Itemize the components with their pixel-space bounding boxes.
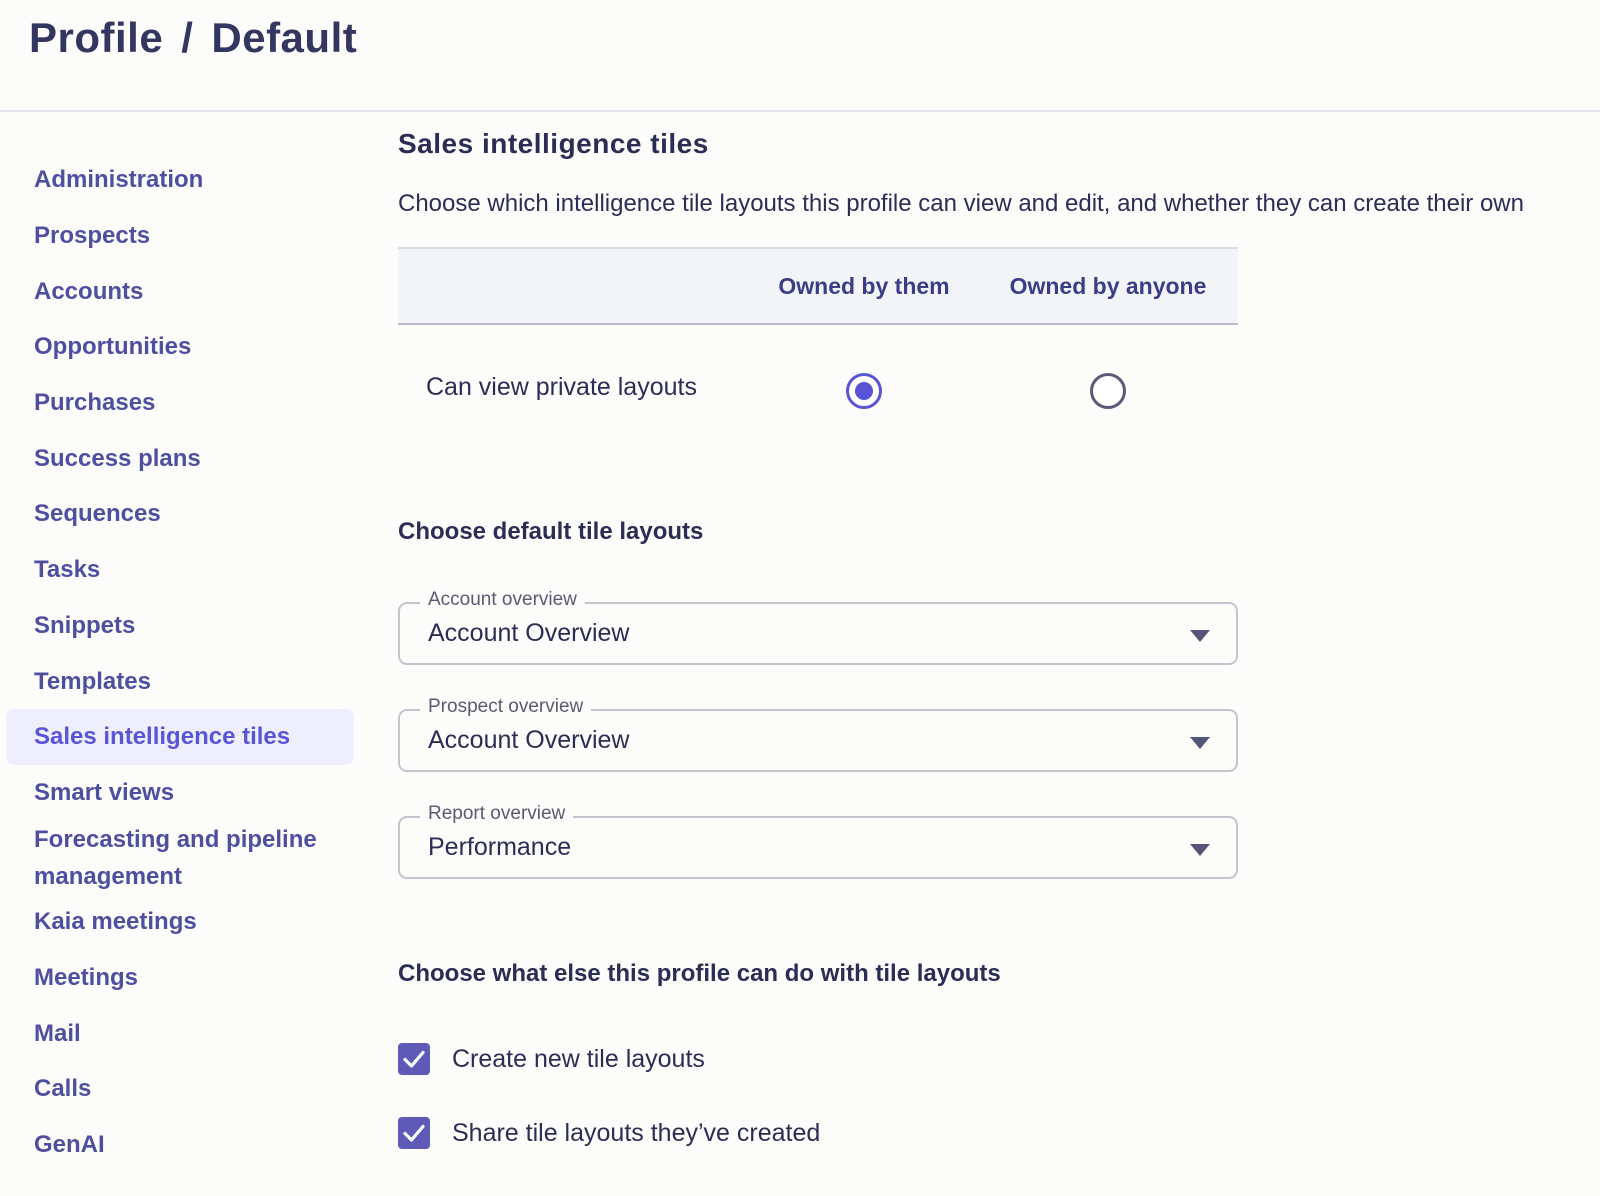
sidebar-item-prospects[interactable]: Prospects: [6, 208, 354, 264]
permission-row-label: Can view private layouts: [426, 373, 697, 401]
report-overview-label: Report overview: [420, 803, 574, 825]
prospect-overview-label: Prospect overview: [420, 696, 592, 718]
account-overview-label: Account overview: [420, 589, 585, 611]
sidebar-item-label: Mail: [34, 1020, 81, 1047]
radio-owned-by-them[interactable]: [846, 373, 882, 409]
checkmark-icon: [403, 1124, 425, 1142]
sidebar-item-opportunities[interactable]: Opportunities: [6, 319, 354, 375]
page-header: Profile / Default: [0, 0, 1600, 112]
sidebar-item-label: Smart views: [34, 779, 175, 806]
report-overview-value: Performance: [428, 833, 572, 861]
prospect-overview-value: Account Overview: [428, 726, 630, 754]
section-title: Sales intelligence tiles: [398, 128, 709, 159]
sidebar-item-label: Templates: [34, 668, 151, 695]
section-description: Choose which intelligence tile layouts t…: [398, 190, 1524, 217]
prospect-overview-select[interactable]: Prospect overview Account Overview: [398, 696, 1238, 772]
sidebar-item-label: Meetings: [34, 964, 139, 991]
sidebar-item-kaia-meetings[interactable]: Kaia meetings: [6, 894, 354, 950]
breadcrumb-root[interactable]: Profile: [29, 14, 163, 61]
sidebar-item-label: Kaia meetings: [34, 908, 197, 935]
caret-down-icon: [1190, 737, 1210, 749]
sidebar-item-label: Administration: [34, 166, 204, 193]
share-layouts-option[interactable]: Share tile layouts they’ve created: [398, 1116, 820, 1150]
sidebar-item-label: Prospects: [34, 222, 151, 249]
radio-owned-by-anyone[interactable]: [1090, 373, 1126, 409]
default-layouts-title: Choose default tile layouts: [398, 518, 704, 545]
sidebar-item-label: Sales intelligence tiles: [34, 723, 291, 750]
sidebar-item-smart-views[interactable]: Smart views: [6, 765, 354, 821]
caret-down-icon: [1190, 630, 1210, 642]
report-overview-select[interactable]: Report overview Performance: [398, 803, 1238, 879]
permission-row-view-private-layouts: Can view private layouts: [398, 325, 1238, 457]
sidebar-item-label: Calls: [34, 1075, 92, 1102]
sidebar-item-accounts[interactable]: Accounts: [6, 264, 354, 320]
sidebar-item-label: Sequences: [34, 500, 161, 527]
sidebar-item-purchases[interactable]: Purchases: [6, 375, 354, 431]
permissions-table-header: Owned by them Owned by anyone: [398, 247, 1238, 325]
sidebar-item-label: Accounts: [34, 278, 144, 305]
create-layouts-checkbox[interactable]: [398, 1043, 430, 1075]
sidebar-item-genai[interactable]: GenAI: [6, 1117, 354, 1173]
sidebar-item-label: Forecasting and pipeline management: [34, 826, 317, 890]
column-header-owned-by-anyone: Owned by anyone: [1009, 273, 1207, 299]
caret-down-icon: [1190, 844, 1210, 856]
share-layouts-checkbox[interactable]: [398, 1117, 430, 1149]
breadcrumb: Profile / Default: [29, 14, 357, 62]
sidebar: Administration Prospects Accounts Opport…: [0, 112, 360, 1196]
sidebar-item-forecasting[interactable]: Forecasting and pipeline management: [6, 820, 354, 896]
extra-permissions-title: Choose what else this profile can do wit…: [398, 960, 1001, 987]
sidebar-item-sequences[interactable]: Sequences: [6, 486, 354, 542]
breadcrumb-current: Default: [211, 14, 358, 61]
sidebar-item-meetings[interactable]: Meetings: [6, 950, 354, 1006]
sidebar-item-label: Purchases: [34, 389, 156, 416]
sidebar-item-templates[interactable]: Templates: [6, 654, 354, 710]
permissions-table: Owned by them Owned by anyone Can view p…: [398, 247, 1238, 457]
sidebar-item-label: Tasks: [34, 556, 101, 583]
main-content: Sales intelligence tiles Choose which in…: [398, 112, 1600, 1196]
sidebar-item-snippets[interactable]: Snippets: [6, 598, 354, 654]
account-overview-value: Account Overview: [428, 619, 630, 647]
share-layouts-label: Share tile layouts they’ve created: [452, 1118, 821, 1147]
sidebar-item-sales-intelligence-tiles[interactable]: Sales intelligence tiles: [6, 709, 354, 765]
sidebar-item-mail[interactable]: Mail: [6, 1006, 354, 1062]
sidebar-item-administration[interactable]: Administration: [6, 152, 354, 208]
account-overview-select[interactable]: Account overview Account Overview: [398, 589, 1238, 665]
sidebar-item-success-plans[interactable]: Success plans: [6, 431, 354, 487]
create-layouts-label: Create new tile layouts: [452, 1044, 705, 1073]
column-header-owned-by-them: Owned by them: [778, 273, 950, 299]
create-layouts-option[interactable]: Create new tile layouts: [398, 1042, 705, 1076]
sidebar-item-label: Success plans: [34, 445, 201, 472]
sidebar-item-calls[interactable]: Calls: [6, 1061, 354, 1117]
sidebar-item-label: Snippets: [34, 612, 136, 639]
sidebar-item-tasks[interactable]: Tasks: [6, 542, 354, 598]
sidebar-item-label: Opportunities: [34, 333, 192, 360]
breadcrumb-separator: /: [181, 14, 194, 61]
checkmark-icon: [403, 1050, 425, 1068]
sidebar-item-label: GenAI: [34, 1131, 105, 1158]
